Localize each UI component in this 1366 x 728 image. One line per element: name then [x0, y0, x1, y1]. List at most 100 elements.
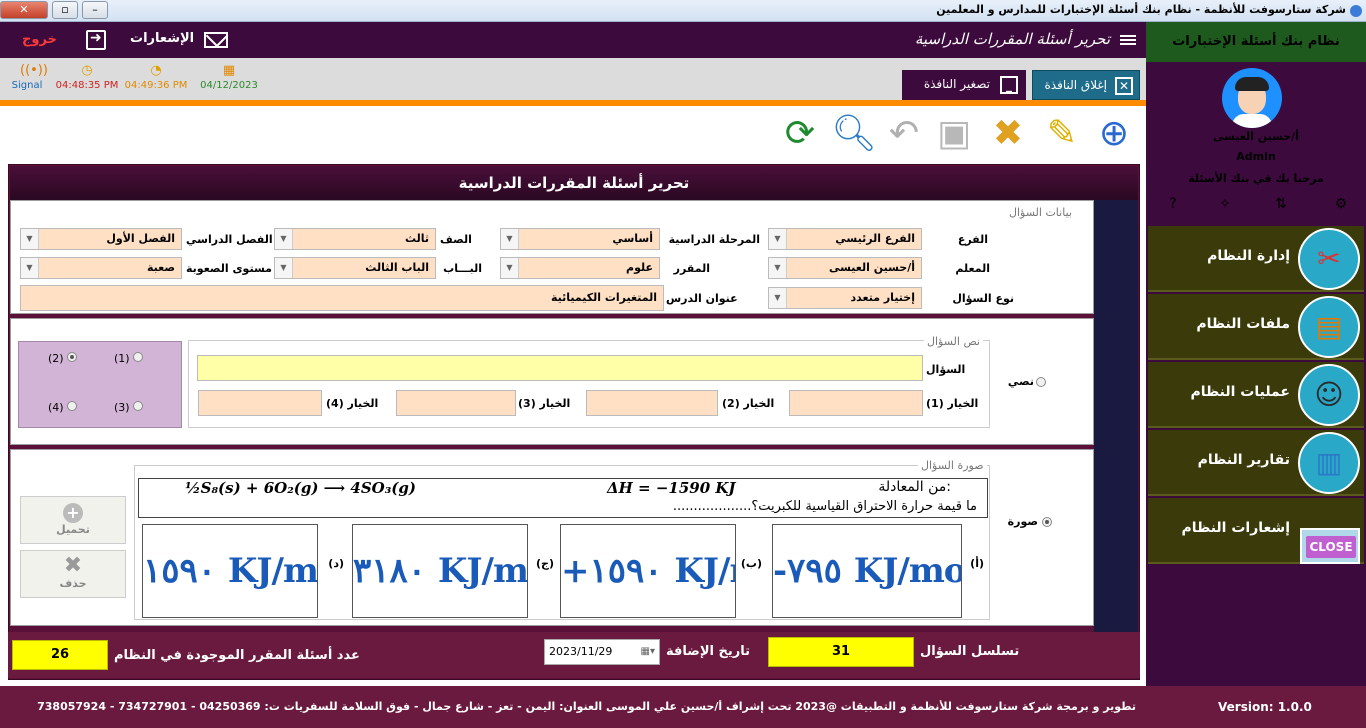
save-icon[interactable]: ▣: [930, 110, 978, 160]
timer-icon: ◔: [150, 63, 162, 78]
load-image-button[interactable]: + تحميل: [20, 496, 126, 544]
text-option[interactable]: [1036, 376, 1046, 390]
chapter-label: البـــاب: [443, 262, 482, 275]
answer-option-4[interactable]: (4): [48, 400, 78, 414]
delete-image-button[interactable]: ✖ حذف: [20, 550, 126, 598]
stage-combo[interactable]: ▼ أساسي: [500, 228, 660, 250]
sidebar-item-system-reports[interactable]: تقارير النظام ▥: [1148, 430, 1364, 496]
lesson-title-input[interactable]: المتغيرات الكيميائية: [20, 285, 664, 311]
grade-label: الصف: [440, 233, 472, 246]
text-option-radio[interactable]: [1036, 377, 1046, 387]
help-icon[interactable]: ?: [1164, 196, 1182, 212]
undo-icon[interactable]: ↶: [880, 110, 928, 160]
grade-combo[interactable]: ▼ ثالث: [274, 228, 436, 250]
chevron-down-icon[interactable]: ▼: [275, 229, 293, 249]
window-minimize-button[interactable]: –: [82, 1, 108, 19]
delete-x-icon: ✖: [63, 553, 83, 578]
window-titlebar: ✕ ▫ – شركة ستارسوفت للأنظمة - نظام بنك أ…: [0, 0, 1366, 22]
sidebar-item-system-files[interactable]: ملفات النظام ▤: [1148, 294, 1364, 360]
close-window-button[interactable]: ✕ إغلاق النافذة: [1032, 70, 1140, 100]
top-bar: خروج الإشعارات تحرير أسئلة المقررات الدر…: [0, 22, 1146, 58]
answer-image-c: ٣١٨٠ KJ/mol: [352, 524, 528, 618]
welcome-text: مرحبا بك في بنك الأسئلة: [1188, 172, 1324, 185]
choice-4-input[interactable]: [198, 390, 322, 416]
image-option[interactable]: [1042, 516, 1052, 530]
answer-image-a: -٧٩٥ KJ/mol (د: [772, 524, 962, 618]
answer-4-radio[interactable]: [67, 401, 78, 411]
chevron-down-icon[interactable]: ▼: [769, 288, 787, 308]
tools-icon: ✂: [1298, 228, 1360, 290]
question-count-label: عدد أسئلة المقرر الموجودة في النظام: [114, 648, 360, 663]
answer-option-1[interactable]: (1): [114, 351, 144, 365]
branch-combo[interactable]: ▼ الفرع الرئيسي: [768, 228, 922, 250]
notifications-link[interactable]: الإشعارات: [130, 31, 194, 46]
mail-icon[interactable]: [204, 32, 228, 48]
search-icon[interactable]: 🔍︎: [830, 110, 878, 160]
chevron-down-icon[interactable]: ▼: [501, 229, 519, 249]
close-badge[interactable]: CLOSE: [1300, 528, 1360, 564]
settings-icon[interactable]: ⚙: [1332, 196, 1350, 212]
term-combo[interactable]: ▼ الفصل الأول: [20, 228, 182, 250]
chevron-down-icon[interactable]: ▼: [501, 258, 519, 278]
refresh-icon[interactable]: ⟳: [776, 110, 824, 160]
answer-option-3[interactable]: (3): [114, 400, 144, 414]
course-combo[interactable]: ▼ علوم: [500, 257, 660, 279]
version-label: Version: 1.0.0: [1218, 700, 1312, 714]
window-title: شركة ستارسوفت للأنظمة - نظام بنك أسئلة ا…: [936, 3, 1346, 16]
image-option-radio[interactable]: [1042, 517, 1052, 527]
chevron-down-icon[interactable]: ▼: [769, 258, 787, 278]
delete-folder-icon[interactable]: ✖: [984, 110, 1032, 160]
exit-link[interactable]: خروج: [22, 32, 57, 47]
user-name: أ/حسين العيسى: [1212, 130, 1300, 143]
hamburger-menu-icon[interactable]: [1120, 35, 1136, 45]
image-option-label: صورة: [1007, 515, 1038, 528]
chapter-combo[interactable]: ▼ الباب الثالث: [274, 257, 436, 279]
chevron-down-icon[interactable]: ▼: [21, 258, 39, 278]
window-maximize-button[interactable]: ▫: [52, 1, 78, 19]
calendar-dropdown-icon[interactable]: ▦▾: [641, 640, 655, 664]
answer-3-radio[interactable]: [133, 401, 144, 411]
answer-image-d-label: (د): [328, 557, 344, 570]
teacher-combo[interactable]: ▼ أ/حسين العيسى: [768, 257, 922, 279]
answer-1-radio[interactable]: [133, 352, 144, 362]
edit-icon[interactable]: ✎: [1038, 110, 1086, 160]
serial-label: تسلسل السؤال: [920, 644, 1020, 659]
window-close-button[interactable]: ✕: [0, 1, 48, 19]
choice-2-input[interactable]: [586, 390, 718, 416]
section-label: بيانات السؤال: [1006, 206, 1075, 219]
form-side-strip: [1094, 200, 1138, 632]
choice-3-input[interactable]: [396, 390, 516, 416]
chevron-down-icon[interactable]: ▼: [275, 258, 293, 278]
signal-indicator: ((•)) Signal: [11, 63, 48, 92]
answer-image-b: +١٥٩٠ KJ/mol: [560, 524, 736, 618]
choice-1-input[interactable]: [789, 390, 923, 416]
close-icon: ✕: [1115, 77, 1133, 95]
operations-icon: ☺: [1298, 364, 1360, 426]
answer-image-d: ١٥٩٠ KJ/mol: [142, 524, 318, 618]
files-icon: ▤: [1298, 296, 1360, 358]
answer-2-radio[interactable]: [67, 352, 78, 362]
clock-icon: ◷: [81, 63, 93, 78]
answer-image-a-label: (أ): [970, 557, 984, 570]
compass-icon[interactable]: ✧: [1216, 196, 1234, 212]
sync-icon[interactable]: ⇅: [1272, 196, 1290, 212]
sidebar-item-system-operations[interactable]: عمليات النظام ☺: [1148, 362, 1364, 428]
page-title: تحرير أسئلة المقررات الدراسية: [914, 30, 1110, 48]
question-label: السؤال: [926, 363, 966, 376]
signal-icon: ((•)): [20, 63, 48, 78]
lesson-label: عنوان الدرس: [666, 292, 738, 305]
question-type-combo[interactable]: ▼ إختيار متعدد: [768, 287, 922, 309]
chevron-down-icon[interactable]: ▼: [21, 229, 39, 249]
difficulty-combo[interactable]: ▼ صعبة: [20, 257, 182, 279]
question-text-input[interactable]: [197, 355, 923, 381]
add-user-icon[interactable]: ⊕: [1090, 110, 1138, 160]
minimize-window-button[interactable]: _ تصغير النافذة: [902, 70, 1026, 100]
answer-option-2[interactable]: (2): [48, 351, 78, 365]
question-count-value: 26: [12, 640, 108, 670]
exit-icon[interactable]: [86, 30, 106, 50]
toolbar: ⟳ 🔍︎ ↶ ▣ ✖ ✎ ⊕: [0, 106, 1146, 164]
chevron-down-icon[interactable]: ▼: [769, 229, 787, 249]
sidebar-item-system-admin[interactable]: إدارة النظام ✂: [1148, 226, 1364, 292]
choice-1-label: الخيار (1): [926, 397, 979, 410]
date-added-picker[interactable]: 2023/11/29 ▦▾: [544, 639, 660, 665]
